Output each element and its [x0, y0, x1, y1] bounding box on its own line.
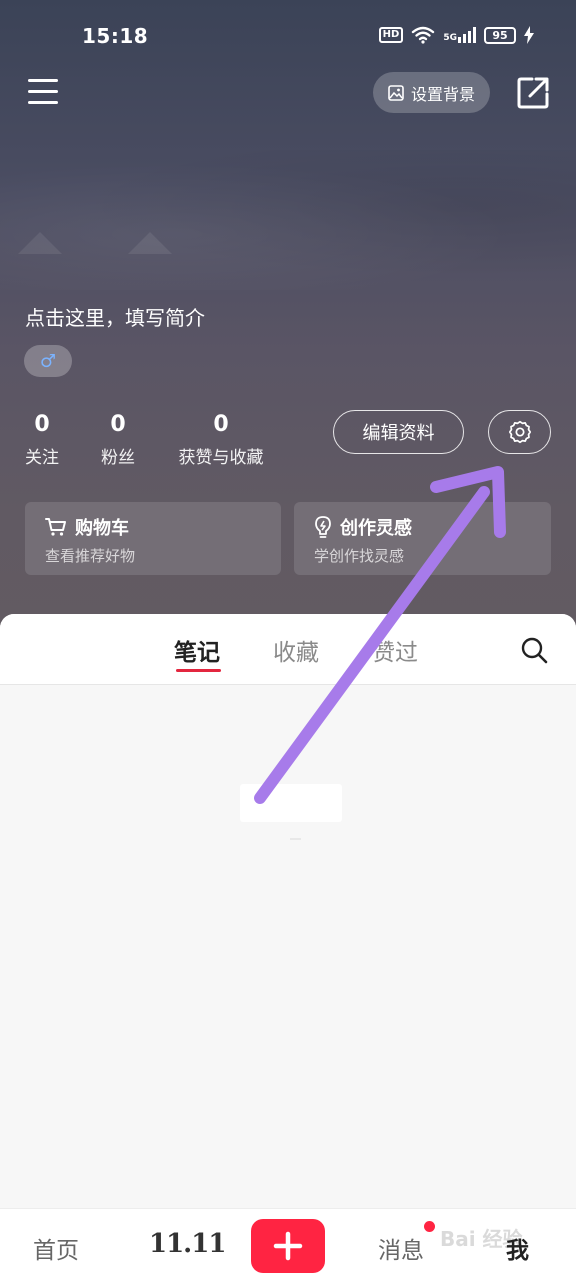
male-icon: ♂ [39, 350, 57, 372]
cart-icon [45, 518, 66, 536]
content-panel: 笔记 收藏 赞过 [0, 614, 576, 1208]
likes-collects-label: 获赞与收藏 [178, 448, 264, 468]
bottom-navigation: 首页 11.11 消息 Bai 经验 我 [0, 1208, 576, 1280]
tab-collections[interactable]: 收藏 [273, 633, 319, 667]
profile-tabs: 笔记 收藏 赞过 [0, 614, 576, 685]
tab-notes[interactable]: 笔记 [174, 633, 220, 667]
bio-placeholder[interactable]: 点击这里，填写简介 [25, 302, 205, 331]
hd-badge: HD [378, 27, 404, 43]
card-subtitle: 学创作找灵感 [314, 547, 405, 565]
wifi-icon [412, 26, 435, 44]
stat-following[interactable]: 0 关注 [24, 412, 60, 468]
status-time: 15:18 [82, 24, 149, 48]
active-tab-indicator [176, 669, 221, 672]
background-decoration [128, 232, 172, 254]
edit-profile-label: 编辑资料 [362, 423, 435, 444]
nav-messages[interactable]: 消息 [378, 1231, 424, 1265]
menu-icon[interactable] [28, 79, 58, 105]
card-title: 购物车 [75, 518, 129, 539]
card-title: 创作灵感 [340, 518, 412, 539]
battery-icon: 95 [484, 26, 516, 44]
nav-home[interactable]: 首页 [33, 1231, 79, 1265]
status-icons: HD 5G 95 [378, 26, 534, 44]
lightbulb-icon [315, 516, 331, 538]
stat-followers[interactable]: 0 粉丝 [100, 412, 136, 468]
network-type: 5G [443, 33, 457, 43]
status-bar: 15:18 HD 5G 95 [0, 0, 576, 72]
tab-liked[interactable]: 赞过 [372, 633, 418, 667]
followers-label: 粉丝 [101, 448, 135, 468]
background-decoration [18, 232, 62, 254]
following-label: 关注 [25, 448, 59, 468]
create-post-button[interactable] [251, 1219, 325, 1273]
empty-state-line [290, 838, 301, 840]
card-subtitle: 查看推荐好物 [45, 547, 136, 565]
plus-icon [273, 1231, 303, 1261]
nav-me[interactable]: 我 [506, 1231, 529, 1265]
edit-profile-button[interactable]: 编辑资料 [333, 410, 464, 454]
settings-button[interactable] [488, 410, 551, 454]
creative-inspiration-card[interactable]: 创作灵感 学创作找灵感 [294, 502, 551, 575]
set-background-label: 设置背景 [410, 84, 475, 104]
gender-tag: ♂ [24, 345, 72, 377]
charging-icon [524, 26, 534, 44]
notification-dot [424, 1221, 435, 1232]
following-count: 0 [34, 412, 50, 437]
cell-signal-icon: 5G [443, 27, 476, 43]
shopping-cart-card[interactable]: 购物车 查看推荐好物 [25, 502, 281, 575]
followers-count: 0 [110, 412, 126, 437]
search-icon[interactable] [520, 636, 548, 664]
likes-collects-count: 0 [213, 412, 229, 437]
empty-state-placeholder [240, 784, 342, 822]
stat-likes-collects[interactable]: 0 获赞与收藏 [176, 412, 266, 468]
share-icon[interactable] [516, 76, 550, 110]
gear-icon [508, 420, 531, 444]
set-background-button[interactable]: 设置背景 [373, 72, 490, 113]
image-icon [388, 84, 404, 101]
nav-event[interactable]: 11.11 [149, 1229, 226, 1259]
